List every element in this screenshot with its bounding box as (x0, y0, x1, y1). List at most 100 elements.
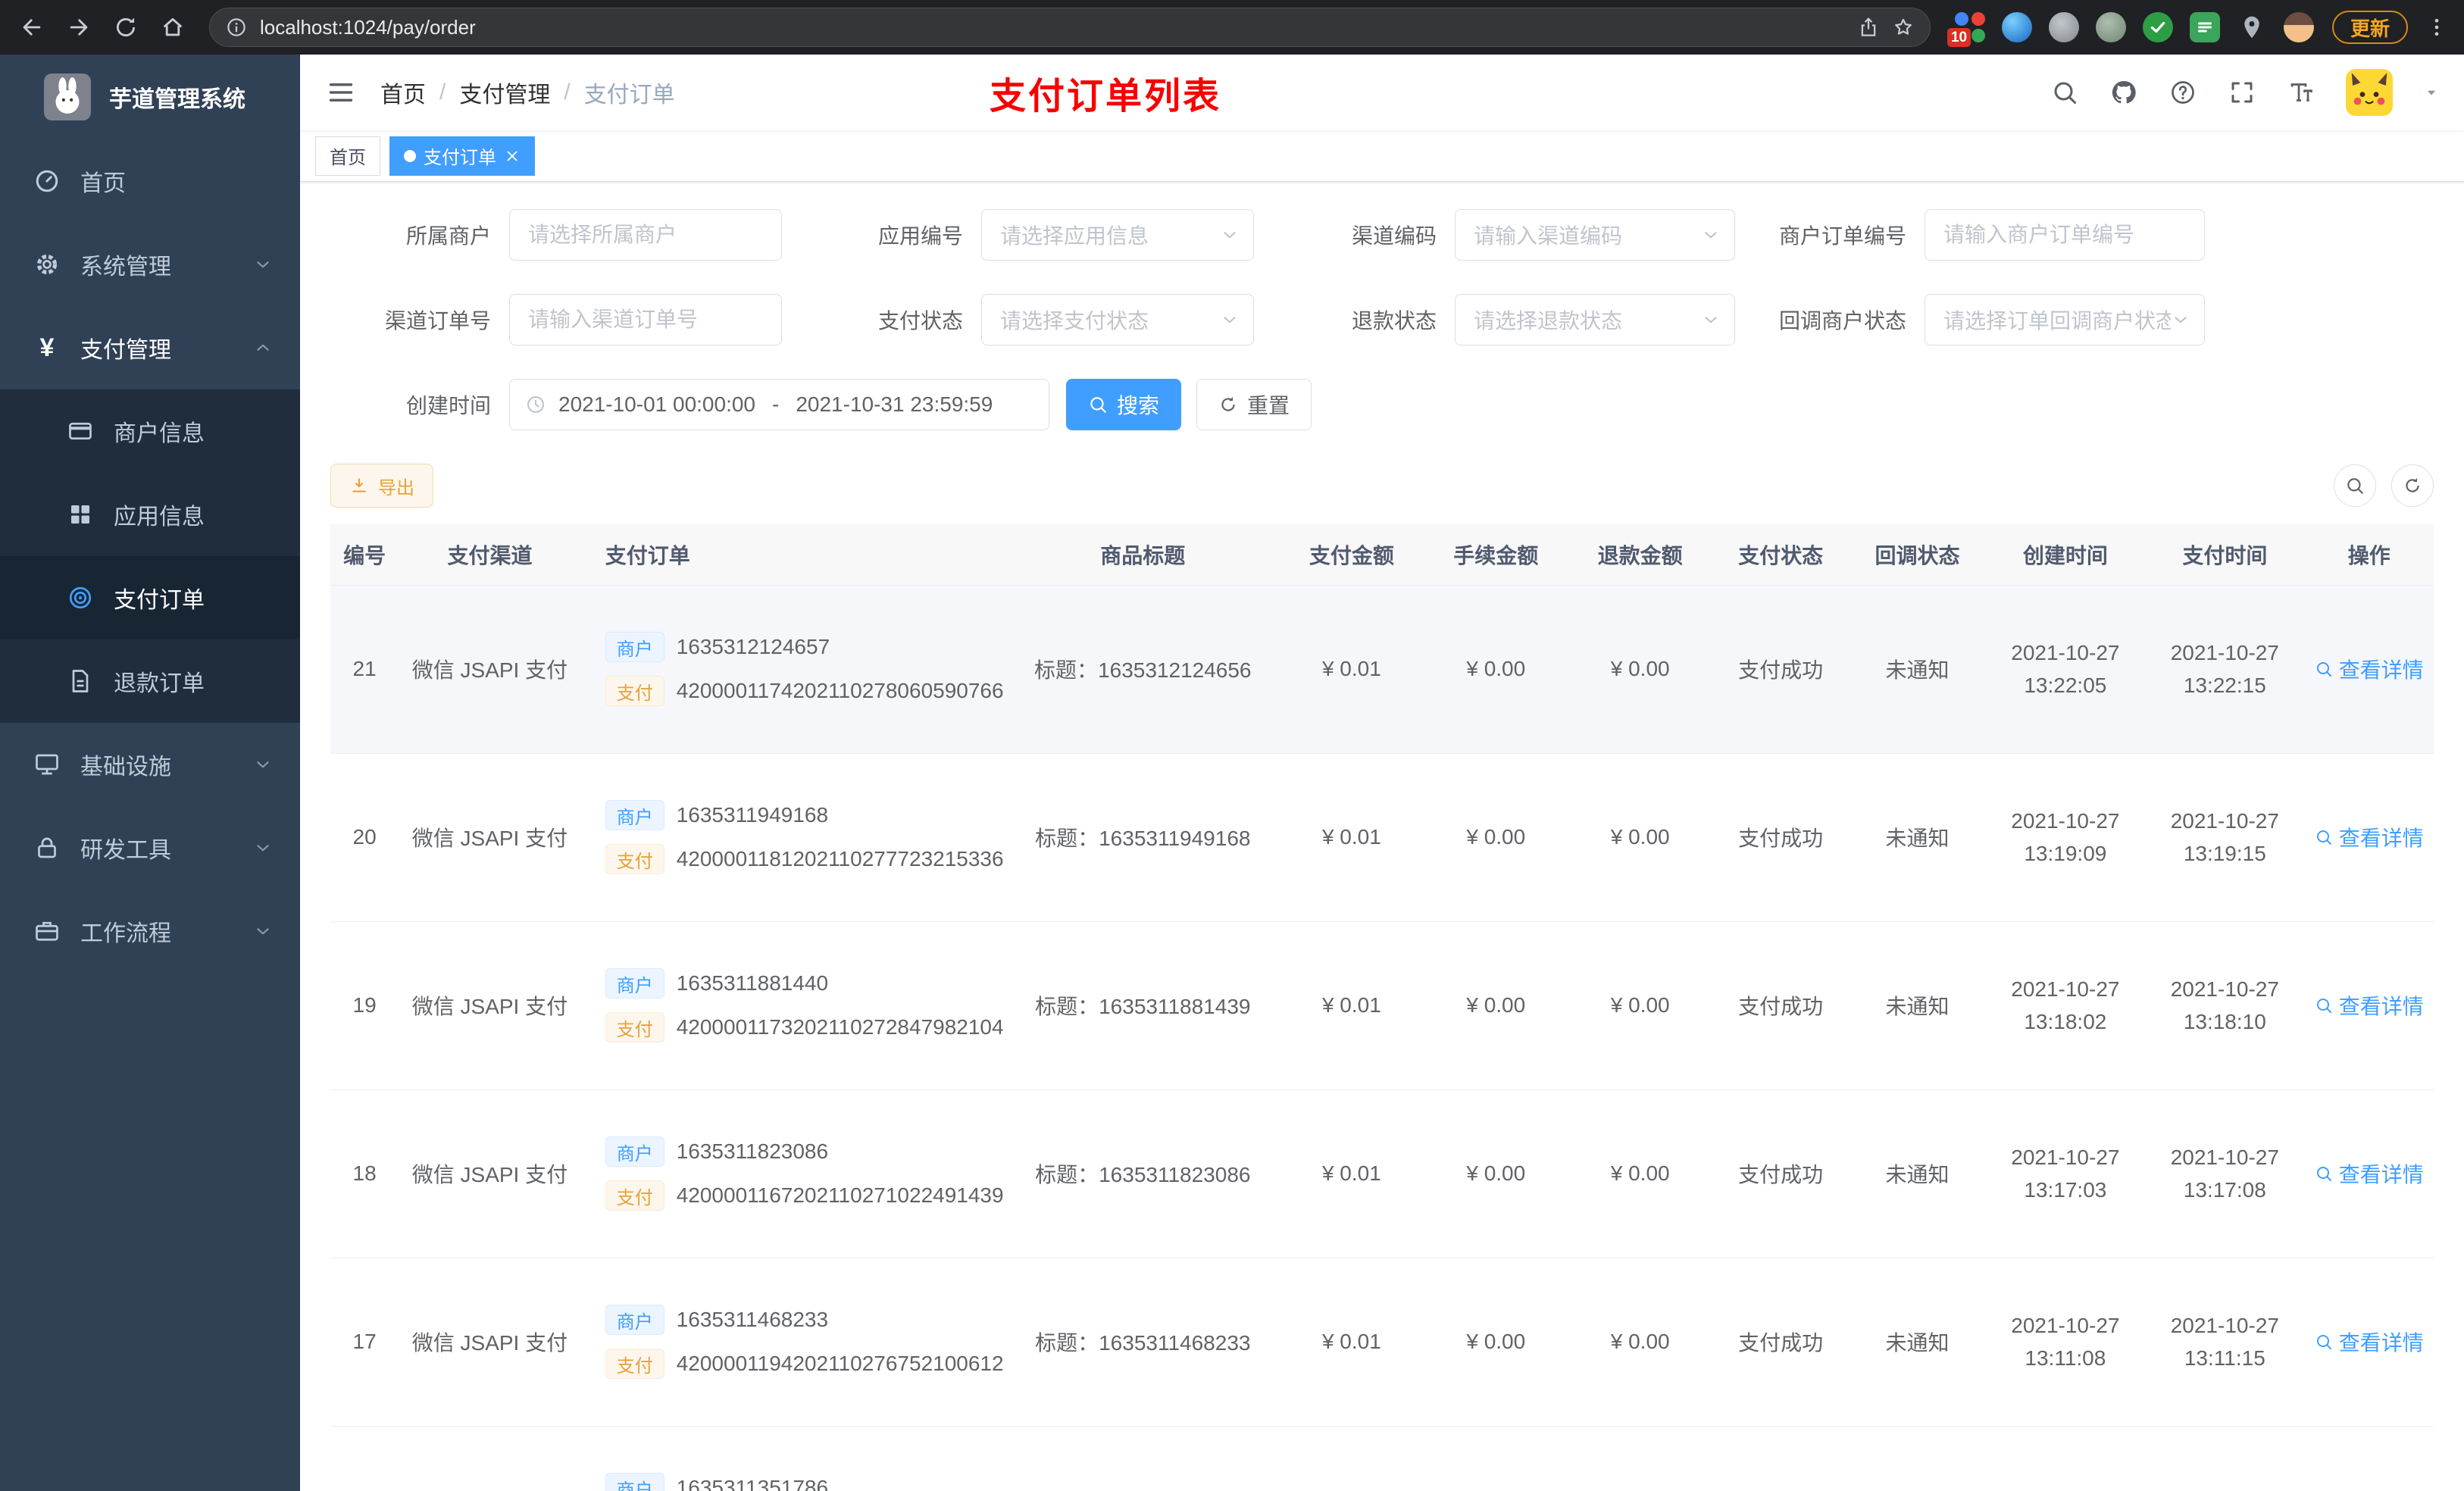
fullscreen-icon[interactable] (2228, 78, 2256, 107)
merchant-no: 1635311823086 (676, 1139, 829, 1163)
gear-icon (33, 251, 61, 278)
header-search-icon[interactable] (2050, 78, 2079, 107)
pay-status-select[interactable]: 请选择支付状态 (981, 294, 1254, 345)
cell-pay-order: 商户 1635311823086 支付 42000011672021102710… (580, 1089, 1006, 1258)
extension-colorful-icon[interactable]: 10 (1946, 11, 1987, 47)
cell-title: 标题：1635311881439 (1005, 921, 1280, 1090)
refresh-table-button[interactable] (2391, 464, 2434, 507)
view-detail-link[interactable]: 查看详情 (2315, 654, 2424, 684)
browser-forward-button[interactable] (58, 6, 100, 48)
toggle-search-button[interactable] (2334, 464, 2376, 507)
close-icon[interactable] (504, 148, 521, 164)
browser-back-button[interactable] (11, 6, 53, 48)
channel-order-no-input[interactable] (509, 294, 782, 345)
document-icon (67, 667, 94, 695)
browser-reload-button[interactable] (105, 6, 147, 48)
target-icon (67, 584, 94, 611)
tab-home[interactable]: 首页 (315, 136, 380, 176)
briefcase-icon (33, 917, 61, 945)
sidebar-toggle-icon[interactable] (324, 76, 358, 109)
extension-badge: 10 (1946, 28, 1972, 47)
table-row: 19 微信 JSAPI 支付 商户 1635311881440 支付 42000… (330, 921, 2434, 1090)
sidebar-item-home[interactable]: 首页 (0, 139, 300, 223)
extension-avatar-icon[interactable] (2282, 11, 2315, 44)
share-icon[interactable] (1857, 16, 1880, 39)
sidebar-item-refund-order[interactable]: 退款订单 (0, 639, 300, 723)
extension-blue-icon[interactable] (2000, 11, 2034, 44)
sidebar-item-workflow[interactable]: 工作流程 (0, 889, 300, 973)
merchant-order-no-input[interactable] (1925, 209, 2205, 261)
bookmark-star-icon[interactable] (1892, 16, 1915, 39)
sidebar: 芋道管理系统 首页 系统管理 ¥ 支付管理 商户信息 应用信息 支付订单 退款订… (0, 55, 300, 1491)
view-detail-link[interactable]: 查看详情 (2315, 822, 2424, 852)
user-avatar[interactable] (2346, 69, 2393, 116)
address-bar[interactable]: localhost:1024/pay/order (209, 8, 1931, 47)
extension-grey-icon[interactable] (2047, 11, 2081, 44)
sidebar-item-merchant-info[interactable]: 商户信息 (0, 389, 300, 473)
sidebar-item-app-info[interactable]: 应用信息 (0, 473, 300, 556)
sidebar-item-pay-order[interactable]: 支付订单 (0, 556, 300, 639)
site-info-icon[interactable] (225, 16, 248, 39)
cell-create-time (1985, 1426, 2146, 1491)
create-time-range-picker[interactable]: 2021-10-01 00:00:00 - 2021-10-31 23:59:5… (509, 379, 1049, 430)
cell-pay-time: 2021-10-27 13:11:15 (2145, 1258, 2305, 1427)
view-detail-link[interactable]: 查看详情 (2315, 1327, 2424, 1357)
download-icon (349, 476, 369, 495)
sidebar-item-dev-tools[interactable]: 研发工具 (0, 806, 300, 889)
breadcrumb-home[interactable]: 首页 (380, 76, 426, 109)
docs-help-icon[interactable] (2169, 78, 2197, 107)
extension-check-icon[interactable] (2141, 11, 2175, 44)
table-row: 17 微信 JSAPI 支付 商户 1635311468233 支付 42000… (330, 1258, 2434, 1427)
chevron-down-icon (253, 838, 273, 858)
refund-status-select[interactable]: 请选择退款状态 (1455, 294, 1735, 345)
view-detail-link[interactable]: 查看详情 (2315, 1158, 2424, 1189)
cell-id: 17 (330, 1258, 399, 1427)
app-no-select[interactable]: 请选择应用信息 (981, 209, 1254, 261)
merchant-input[interactable] (509, 209, 782, 261)
sidebar-item-infrastructure[interactable]: 基础设施 (0, 723, 300, 806)
pay-tag: 支付 (605, 1349, 664, 1379)
avatar-caret-icon[interactable] (2423, 84, 2440, 101)
font-size-icon[interactable] (2287, 78, 2315, 107)
extension-sage-icon[interactable] (2094, 11, 2128, 44)
cell-channel: 微信 JSAPI 支付 (399, 753, 581, 922)
browser-menu-icon[interactable] (2420, 11, 2453, 44)
browser-home-button[interactable] (152, 6, 194, 48)
tab-pay-order[interactable]: 支付订单 (389, 136, 535, 176)
cell-notify-status: 未通知 (1849, 753, 1986, 922)
filter-label-app-no: 应用编号 (877, 224, 963, 248)
notify-status-select[interactable]: 请选择订单回调商户状态 (1925, 294, 2205, 345)
reset-button[interactable]: 重置 (1196, 379, 1312, 430)
cell-notify-status: 未通知 (1849, 1089, 1986, 1258)
credit-card-icon (67, 417, 94, 445)
cell-create-time: 2021-10-27 13:22:05 (1985, 585, 2146, 754)
sidebar-item-payment[interactable]: ¥ 支付管理 (0, 306, 300, 389)
cell-notify-status: 未通知 (1849, 921, 1986, 1090)
cell-refund: ¥ 0.00 (1568, 1258, 1712, 1427)
breadcrumb-payment[interactable]: 支付管理 (459, 76, 550, 109)
magnifier-icon (2315, 1164, 2333, 1183)
magnifier-icon (2315, 1333, 2333, 1351)
magnifier-icon (2315, 660, 2333, 678)
extension-pin-icon[interactable] (2235, 11, 2269, 44)
channel-code-select[interactable]: 请输入渠道编码 (1455, 209, 1735, 261)
export-button[interactable]: 导出 (330, 464, 433, 508)
cell-pay-status: 支付成功 (1712, 585, 1850, 754)
cell-id: 20 (330, 753, 399, 922)
merchant-no: 1635311881440 (676, 971, 829, 995)
cell-notify-status: 未通知 (1849, 1258, 1986, 1427)
extensions-area: 10 (1946, 11, 2323, 47)
github-icon[interactable] (2109, 78, 2138, 107)
sidebar-item-system[interactable]: 系统管理 (0, 223, 300, 306)
breadcrumb: 首页 / 支付管理 / 支付订单 (380, 76, 675, 109)
extension-chat-icon[interactable] (2188, 11, 2222, 44)
url-text[interactable]: localhost:1024/pay/order (260, 16, 476, 39)
table-row: 20 微信 JSAPI 支付 商户 1635311949168 支付 42000… (330, 753, 2434, 922)
merchant-no: 1635311468233 (676, 1308, 829, 1331)
cell-refund: ¥ 0.00 (1568, 1089, 1712, 1258)
browser-update-button[interactable]: 更新 (2331, 11, 2408, 44)
view-detail-link[interactable]: 查看详情 (2315, 990, 2424, 1021)
table-row: 18 微信 JSAPI 支付 商户 1635311823086 支付 42000… (330, 1089, 2434, 1258)
chevron-down-icon (1701, 225, 1721, 245)
search-button[interactable]: 搜索 (1066, 379, 1182, 430)
